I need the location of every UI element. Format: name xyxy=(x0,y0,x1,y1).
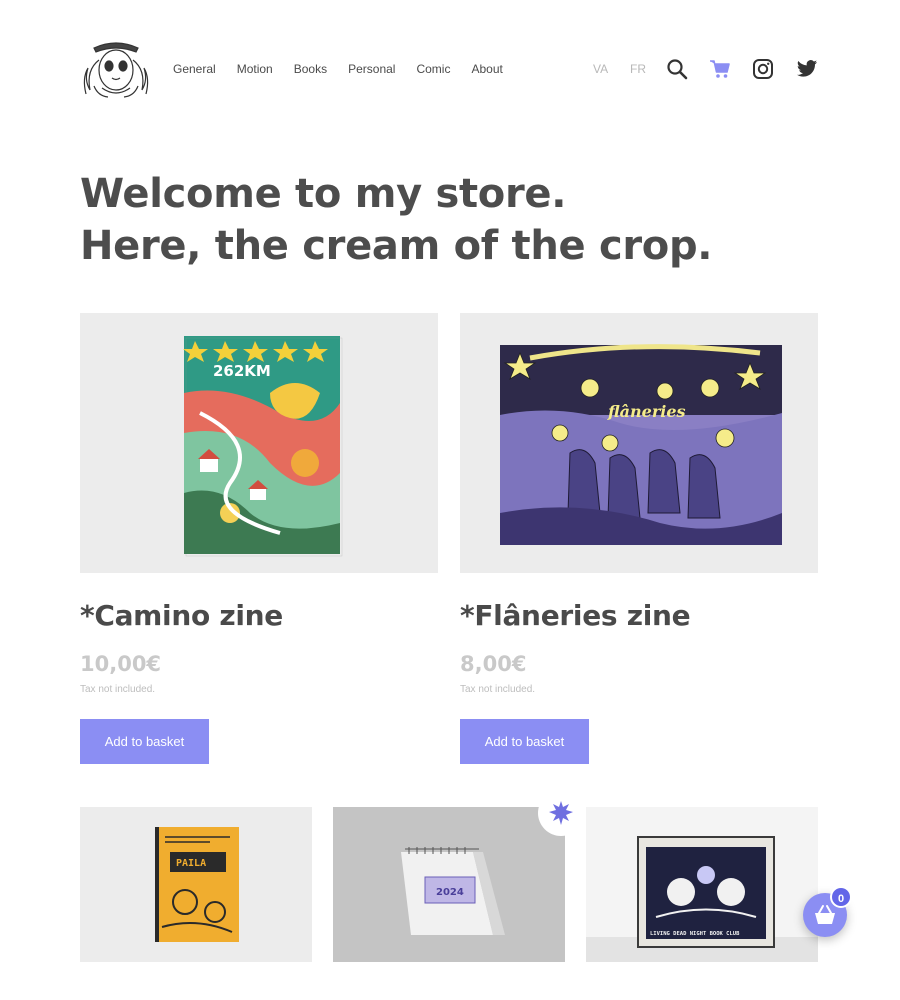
illustrated-face-logo-icon[interactable] xyxy=(80,40,152,98)
basket-count-badge: 0 xyxy=(830,886,852,908)
calendar-year: 2024 xyxy=(436,887,464,898)
lang-fr[interactable]: FR xyxy=(630,62,646,76)
cart-icon[interactable] xyxy=(709,58,731,80)
camino-zine-cover: 262KM xyxy=(183,336,343,557)
add-to-basket-button[interactable]: Add to basket xyxy=(460,719,589,764)
cover-text: PAILA xyxy=(176,858,206,869)
cover-title: 262KM xyxy=(213,362,271,380)
main-nav: General Motion Books Personal Comic Abou… xyxy=(173,62,524,76)
yellow-zine-image: PAILA xyxy=(155,827,239,942)
hero-line-2: Here, the cream of the crop. xyxy=(80,223,713,269)
product-image[interactable]: flâneries xyxy=(460,313,818,573)
print-caption: LIVING DEAD NIGHT BOOK CLUB xyxy=(650,931,740,937)
product-title[interactable]: *Camino zine xyxy=(80,599,438,632)
desk-calendar-image: 2024 xyxy=(401,847,505,935)
product-image[interactable]: 262KM xyxy=(80,313,438,573)
new-badge xyxy=(538,790,584,836)
tax-note: Tax not included. xyxy=(460,684,536,695)
nav-comic[interactable]: Comic xyxy=(416,62,450,76)
cover-title: flâneries xyxy=(607,402,686,421)
hero-heading: Welcome to my store. Here, the cream of … xyxy=(80,168,713,272)
product-price: 10,00€ xyxy=(80,652,162,676)
add-to-basket-button[interactable]: Add to basket xyxy=(80,719,209,764)
nav-books[interactable]: Books xyxy=(294,62,327,76)
product-thumbnail[interactable]: 2024 xyxy=(333,807,565,962)
product-thumbnail[interactable]: PAILA xyxy=(80,807,312,962)
framed-print-image: LIVING DEAD NIGHT BOOK CLUB xyxy=(586,836,818,962)
twitter-icon[interactable] xyxy=(796,58,818,80)
instagram-icon[interactable] xyxy=(752,58,774,80)
nav-motion[interactable]: Motion xyxy=(237,62,273,76)
nav-personal[interactable]: Personal xyxy=(348,62,395,76)
product-card: 262KM *Camino zine 10,00€ Tax not includ… xyxy=(80,313,438,764)
hero-line-1: Welcome to my store. xyxy=(80,171,567,217)
flaneries-zine-cover: flâneries xyxy=(500,344,782,545)
nav-general[interactable]: General xyxy=(173,62,216,76)
star-burst-icon xyxy=(549,801,573,825)
tax-note: Tax not included. xyxy=(80,684,156,695)
lang-va[interactable]: VA xyxy=(593,62,608,76)
product-thumbnail[interactable]: LIVING DEAD NIGHT BOOK CLUB xyxy=(586,807,818,962)
search-icon[interactable] xyxy=(666,58,688,80)
product-card: flâneries *Flâneries zine 8,00€ Tax not … xyxy=(460,313,818,764)
nav-about[interactable]: About xyxy=(471,62,502,76)
product-price: 8,00€ xyxy=(460,652,527,676)
product-title[interactable]: *Flâneries zine xyxy=(460,599,818,632)
